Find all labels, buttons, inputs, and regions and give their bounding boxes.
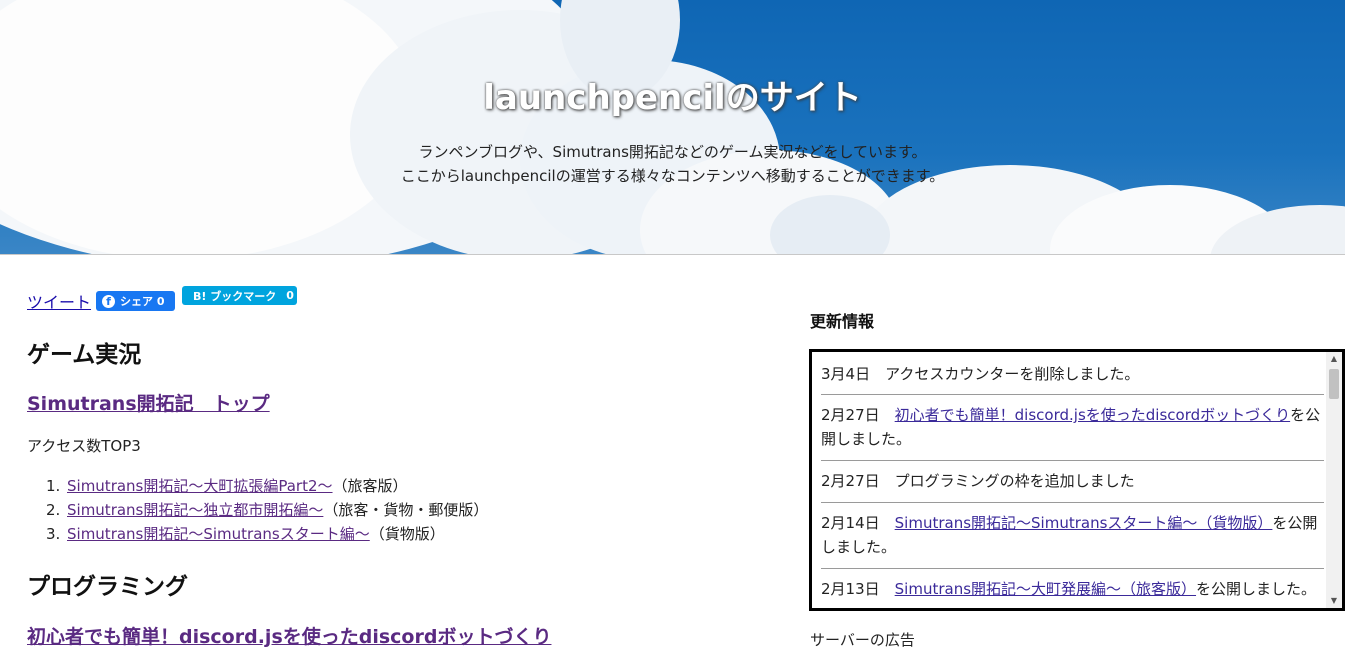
ranking-number: 2. (46, 501, 61, 519)
ranking-item-1: 1. Simutrans開拓記～大町拡張編Part2～（旅客版） (46, 475, 408, 496)
facebook-share-label: シェア 0 (120, 295, 165, 308)
news-divider (821, 502, 1324, 503)
news-text: アクセスカウンターを削除しました。 (885, 365, 1140, 383)
hatena-bookmark-count: 0 (286, 289, 294, 302)
news-text: を公開しました。 (1196, 580, 1317, 598)
hero-banner: launchpencilのサイト ランペンブログや、Simutrans開拓記など… (0, 0, 1345, 255)
scroll-up-arrow-icon[interactable]: ▲ (1326, 352, 1342, 366)
news-item: 3月4日 アクセスカウンターを削除しました。 (821, 362, 1324, 386)
ranking-note: （貨物版） (369, 525, 445, 543)
news-divider (821, 568, 1324, 569)
scroll-thumb[interactable] (1329, 369, 1339, 399)
ranking-item-3: 3. Simutrans開拓記～Simutransスタート編～（貨物版） (46, 523, 445, 544)
ranking-item-2: 2. Simutrans開拓記～独立都市開拓編～（旅客・貨物・郵便版） (46, 499, 488, 520)
news-heading: 更新情報 (810, 312, 875, 331)
server-ad-label: サーバーの広告 (810, 631, 915, 649)
site-title: launchpencilのサイト (483, 78, 862, 118)
news-divider (821, 460, 1324, 461)
news-date: 2月13日 (821, 580, 880, 598)
news-text: プログラミングの枠を追加しました (894, 472, 1135, 490)
ranking-link-2[interactable]: Simutrans開拓記～独立都市開拓編～ (67, 501, 323, 519)
news-link[interactable]: Simutrans開拓記～Simutransスタート編～（貨物版） (895, 514, 1273, 532)
tweet-link[interactable]: ツイート (27, 289, 91, 313)
ranking-link-3[interactable]: Simutrans開拓記～Simutransスタート編～ (67, 525, 370, 543)
site-description-line-1: ランペンブログや、Simutrans開拓記などのゲーム実況などをしています。 (418, 143, 927, 161)
news-divider (821, 394, 1324, 395)
news-date: 2月14日 (821, 514, 880, 532)
news-item: 2月27日 初心者でも簡単！discord.jsを使ったdiscordボットづく… (821, 403, 1324, 451)
programming-heading: プログラミング (27, 574, 188, 600)
news-link[interactable]: 初心者でも簡単！discord.jsを使ったdiscordボットづくり (895, 406, 1290, 424)
news-scrollbar[interactable]: ▲ ▼ (1326, 352, 1342, 608)
access-top3-label: アクセス数TOP3 (27, 437, 141, 455)
site-description-line-2: ここからlaunchpencilの運営する様々なコンテンツへ移動することができま… (400, 167, 945, 185)
news-item: 2月14日 Simutrans開拓記～Simutransスタート編～（貨物版）を… (821, 511, 1324, 559)
ranking-note: （旅客・貨物・郵便版） (323, 501, 489, 519)
scroll-down-arrow-icon[interactable]: ▼ (1326, 594, 1342, 608)
facebook-icon: f (102, 294, 115, 308)
news-date: 3月4日 (821, 365, 871, 383)
discord-bot-link[interactable]: 初心者でも簡単！discord.jsを使ったdiscordボットづくり (27, 622, 551, 649)
news-date: 2月27日 (821, 472, 880, 490)
game-heading: ゲーム実況 (27, 342, 142, 368)
news-item: 2月27日 プログラミングの枠を追加しました (821, 469, 1324, 493)
facebook-share-button[interactable]: f シェア 0 (96, 291, 175, 311)
simutrans-top-link[interactable]: Simutrans開拓記 トップ (27, 389, 270, 416)
hatena-bookmark-label: B! ブックマーク (193, 289, 277, 303)
news-item: 2月13日 Simutrans開拓記～大町発展編～（旅客版）を公開しました。 (821, 577, 1324, 601)
ranking-number: 3. (46, 525, 61, 543)
hatena-bookmark-button[interactable]: B! ブックマーク 0 (182, 286, 297, 305)
ranking-note: （旅客版） (332, 477, 408, 495)
ranking-link-1[interactable]: Simutrans開拓記～大町拡張編Part2～ (67, 477, 333, 495)
ranking-number: 1. (46, 477, 61, 495)
news-link[interactable]: Simutrans開拓記～大町発展編～（旅客版） (895, 580, 1196, 598)
news-list[interactable]: 3月4日 アクセスカウンターを削除しました。 2月27日 初心者でも簡単！dis… (809, 349, 1345, 611)
news-date: 2月27日 (821, 406, 880, 424)
